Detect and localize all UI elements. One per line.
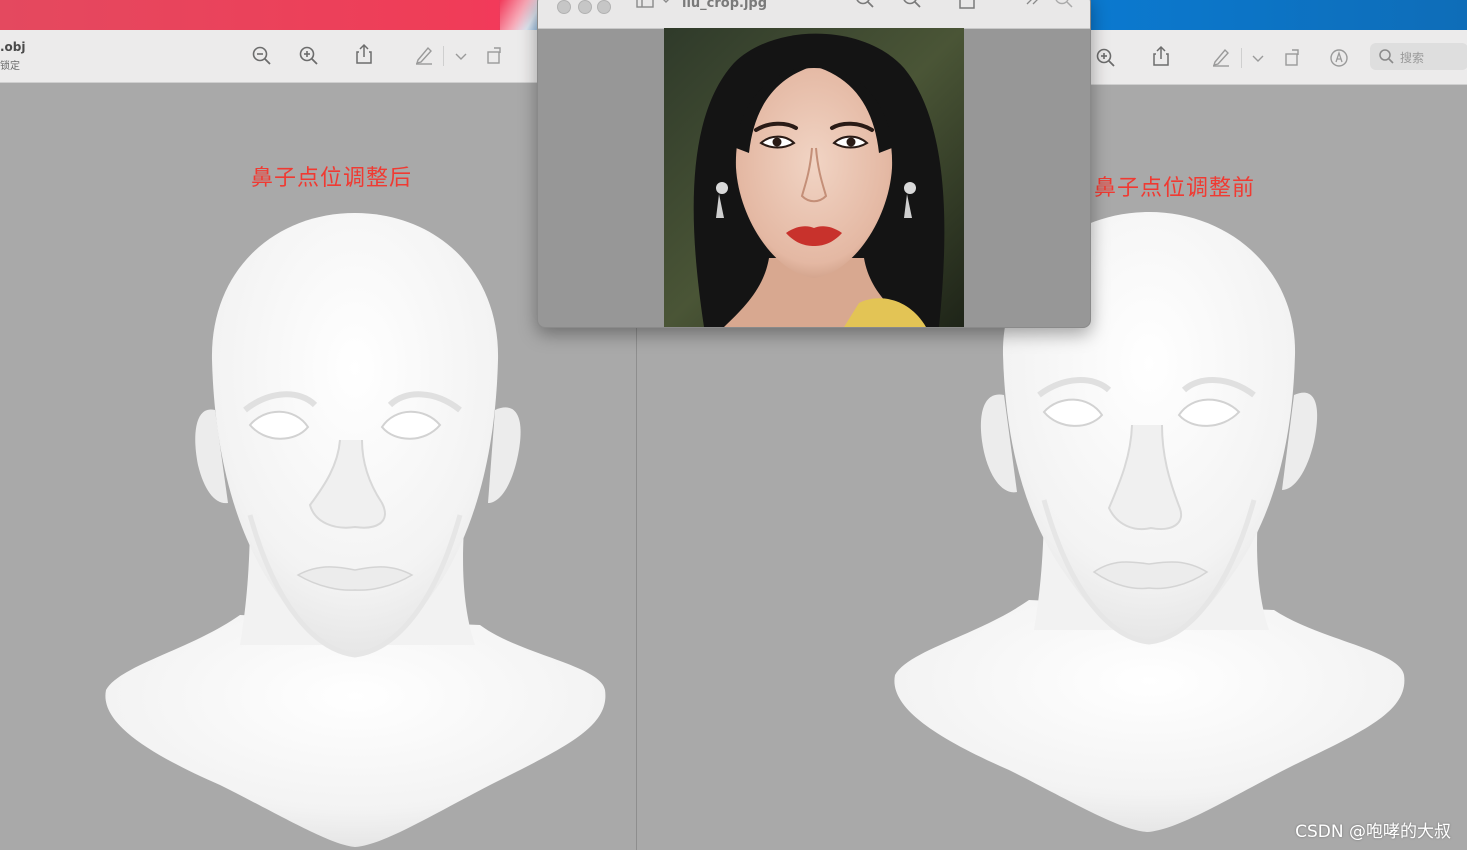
fullscreen-window-button[interactable]: [597, 0, 611, 14]
document-subtitle: 锁定: [0, 61, 20, 72]
zoom-in-icon[interactable]: [1095, 47, 1117, 69]
search-icon: [1379, 49, 1394, 64]
search-placeholder: 搜索: [1400, 51, 1425, 65]
annotate-icon[interactable]: [1328, 47, 1350, 69]
share-icon[interactable]: [1150, 45, 1172, 67]
document-title: .obj: [0, 40, 26, 54]
zoom-out-icon[interactable]: [251, 45, 273, 67]
share-icon[interactable]: [956, 0, 978, 10]
toolbar-separator: [443, 46, 444, 66]
share-icon[interactable]: [353, 43, 375, 65]
photo-titlebar: liu_crop.jpg: [538, 0, 1090, 29]
csdn-watermark: CSDN @咆哮的大叔: [1295, 822, 1451, 842]
chevron-down-icon[interactable]: [1247, 47, 1269, 69]
sidebar-icon[interactable]: [634, 0, 656, 12]
photo-window-title: liu_crop.jpg: [682, 0, 768, 11]
head-model-after: [105, 213, 606, 847]
chevron-down-icon[interactable]: [450, 45, 472, 67]
photo-preview-window: liu_crop.jpg: [537, 0, 1091, 328]
search-field[interactable]: 搜索: [1370, 43, 1467, 70]
chevron-down-icon[interactable]: [655, 0, 677, 12]
search-icon[interactable]: [1053, 0, 1075, 10]
portrait-photo: [664, 28, 964, 327]
markup-pen-icon[interactable]: [1210, 46, 1232, 68]
zoom-in-icon[interactable]: [901, 0, 923, 10]
rotate-icon[interactable]: [484, 44, 506, 66]
more-icon[interactable]: [1022, 0, 1044, 11]
zoom-in-icon[interactable]: [298, 45, 320, 67]
minimize-window-button[interactable]: [578, 0, 592, 14]
toolbar-separator: [1241, 48, 1242, 68]
rotate-icon[interactable]: [1282, 46, 1304, 68]
markup-pen-icon[interactable]: [413, 44, 435, 66]
zoom-out-icon[interactable]: [854, 0, 876, 10]
close-window-button[interactable]: [557, 0, 571, 14]
